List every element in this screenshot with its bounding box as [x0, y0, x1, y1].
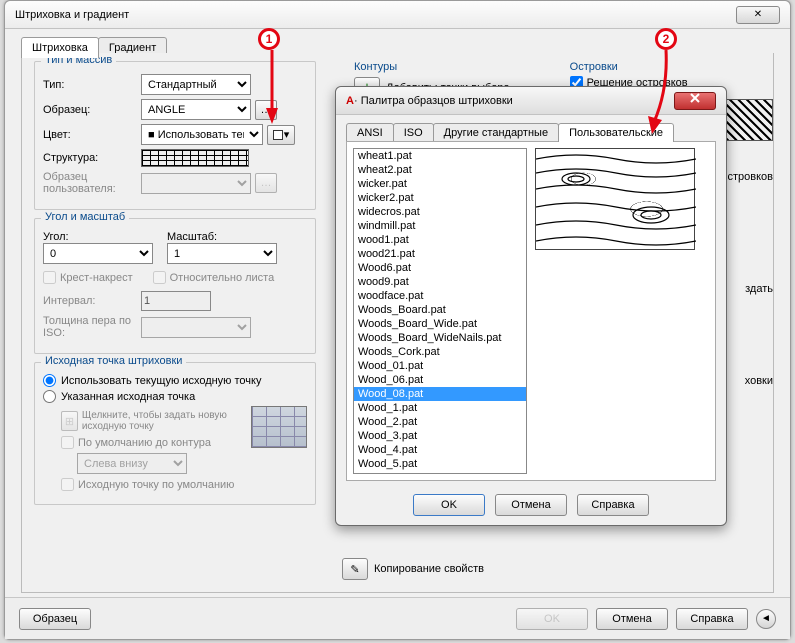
list-item[interactable]: wood1.pat	[354, 233, 526, 247]
scale-label: Масштаб:	[167, 231, 277, 243]
relative-sheet-checkbox: Относительно листа	[153, 271, 275, 284]
list-item[interactable]: wheat1.pat	[354, 149, 526, 163]
tab-other-standard[interactable]: Другие стандартные	[433, 123, 559, 142]
sample-button[interactable]: Образец	[19, 608, 91, 630]
list-item[interactable]: Wood_3.pat	[354, 429, 526, 443]
create-text-frag: здать	[745, 283, 773, 295]
palette-dialog: A· Палитра образцов штриховки ANSI ISO Д…	[335, 86, 727, 526]
origin-title: Исходная точка штриховки	[41, 355, 186, 367]
userpat-browse-button: …	[255, 173, 277, 193]
interval-input	[141, 291, 211, 311]
list-item[interactable]: Wood_06.pat	[354, 373, 526, 387]
arrow-2	[646, 50, 676, 142]
list-item[interactable]: widecros.pat	[354, 205, 526, 219]
origin-click-hint: Щелкните, чтобы задать новую исходную то…	[82, 410, 245, 432]
pattern-select[interactable]: ANGLE	[141, 99, 251, 120]
cross-checkbox: Крест-накрест	[43, 271, 133, 284]
color-label: Цвет:	[43, 129, 137, 141]
arrow-1	[264, 50, 284, 132]
list-item[interactable]: Wood_01.pat	[354, 359, 526, 373]
structure-label: Структура:	[43, 152, 137, 164]
default-to-contour-checkbox: По умолчанию до контура	[61, 436, 245, 449]
save-default-origin-checkbox: Исходную точку по умолчанию	[61, 478, 245, 491]
pattern-label: Образец:	[43, 104, 137, 116]
list-item[interactable]: Woods_Board_WideNails.pat	[354, 331, 526, 345]
palette-help-button[interactable]: Справка	[577, 494, 649, 516]
list-item[interactable]: wicker2.pat	[354, 191, 526, 205]
scale-select[interactable]: 1	[167, 243, 277, 264]
list-item[interactable]: windmill.pat	[354, 219, 526, 233]
cancel-button[interactable]: Отмена	[596, 608, 668, 630]
userpat-label: Образецпользователя:	[43, 171, 137, 195]
pattern-preview	[535, 148, 695, 250]
origin-preview	[251, 406, 307, 448]
help-button[interactable]: Справка	[676, 608, 748, 630]
copy-properties-label: Копирование свойств	[374, 563, 484, 575]
list-item[interactable]: Wood_2.pat	[354, 415, 526, 429]
origin-current-radio[interactable]: Использовать текущую исходную точку	[43, 374, 307, 387]
list-item[interactable]: wood21.pat	[354, 247, 526, 261]
islands-text-frag: островков	[721, 171, 773, 183]
palette-close-button[interactable]	[674, 92, 716, 110]
color-select[interactable]: ■ Использовать теку	[141, 124, 263, 145]
type-label: Тип:	[43, 79, 137, 91]
angle-scale-group: Угол и масштаб Угол: 0 Масштаб: 1 Крест-…	[34, 218, 316, 354]
list-item[interactable]: Wood_Glu-LamBeam.pat	[354, 471, 526, 474]
structure-swatch	[141, 149, 249, 167]
palette-cancel-button[interactable]: Отмена	[495, 494, 567, 516]
pattern-list[interactable]: wheat1.patwheat2.patwicker.patwicker2.pa…	[353, 148, 527, 474]
list-item[interactable]: wood9.pat	[354, 275, 526, 289]
userpat-select	[141, 173, 251, 194]
expand-button[interactable]: ◄	[756, 609, 776, 629]
list-item[interactable]: Wood_08.pat	[354, 387, 526, 401]
list-item[interactable]: Wood_1.pat	[354, 401, 526, 415]
interval-label: Интервал:	[43, 295, 137, 307]
origin-specified-radio[interactable]: Указанная исходная точка	[43, 390, 307, 403]
dialog-titlebar: Штриховка и градиент ✕	[5, 1, 790, 29]
palette-title: Палитра образцов штриховки	[361, 95, 513, 107]
tab-ansi[interactable]: ANSI	[346, 123, 394, 142]
copy-properties-button[interactable]: ✎	[342, 558, 368, 580]
left-column: Тип и массив Тип: Стандартный Образец: A…	[22, 53, 328, 592]
list-item[interactable]: Wood_4.pat	[354, 443, 526, 457]
list-item[interactable]: wheat2.pat	[354, 163, 526, 177]
contours-title: Контуры	[354, 61, 510, 73]
iso-select	[141, 317, 251, 338]
iso-label: Толщина пера поISO:	[43, 315, 137, 339]
ok-button: OK	[516, 608, 588, 630]
dialog-title: Штриховка и градиент	[15, 1, 129, 29]
list-item[interactable]: woodface.pat	[354, 289, 526, 303]
callout-2: 2	[655, 28, 677, 50]
origin-corner-select: Слева внизу	[77, 453, 187, 474]
palette-ok-button[interactable]: OK	[413, 494, 485, 516]
palette-footer: OK Отмена Справка	[336, 485, 726, 525]
type-select[interactable]: Стандартный	[141, 74, 251, 95]
tab-iso[interactable]: ISO	[393, 123, 434, 142]
origin-group: Исходная точка штриховки Использовать те…	[34, 362, 316, 505]
angle-label: Угол:	[43, 231, 163, 243]
list-item[interactable]: wicker.pat	[354, 177, 526, 191]
hatch-text-frag: ховки	[745, 375, 773, 387]
angle-scale-title: Угол и масштаб	[41, 211, 129, 223]
list-item[interactable]: Woods_Board.pat	[354, 303, 526, 317]
list-item[interactable]: Wood_5.pat	[354, 457, 526, 471]
list-item[interactable]: Woods_Board_Wide.pat	[354, 317, 526, 331]
close-button[interactable]: ✕	[736, 6, 780, 24]
list-item[interactable]: Woods_Cork.pat	[354, 345, 526, 359]
palette-body: wheat1.patwheat2.patwicker.patwicker2.pa…	[346, 141, 716, 481]
angle-select[interactable]: 0	[43, 243, 153, 264]
pick-origin-button: ⊞	[61, 411, 78, 431]
main-footer: Образец OK Отмена Справка ◄	[5, 597, 790, 639]
list-item[interactable]: Wood6.pat	[354, 261, 526, 275]
palette-preview-area	[535, 148, 709, 474]
tab-hatch[interactable]: Штриховка	[21, 37, 99, 58]
callout-1: 1	[258, 28, 280, 50]
